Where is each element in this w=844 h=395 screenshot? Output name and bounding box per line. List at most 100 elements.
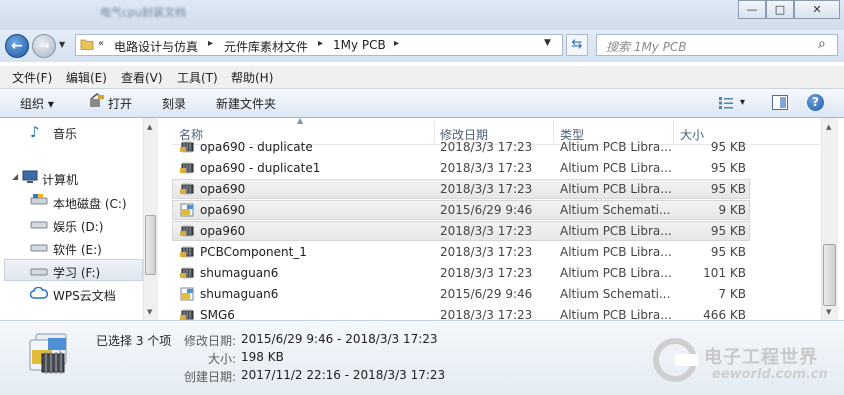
nav-drive-f[interactable]: 学习 (F:): [53, 264, 100, 281]
schematic-library-icon: [180, 203, 194, 217]
nav-scroll-up-icon[interactable]: ▲: [147, 123, 152, 131]
modified-date-value: 2015/6/29 9:46 - 2018/3/3 17:23: [241, 332, 438, 346]
breadcrumb-component-library[interactable]: 元件库素材文件: [224, 38, 308, 55]
list-scroll-thumb[interactable]: [823, 244, 836, 306]
nav-drive-d[interactable]: 娱乐 (D:): [53, 218, 103, 235]
address-history-dropdown[interactable]: ▼: [544, 38, 551, 48]
nav-drive-c[interactable]: 本地磁盘 (C:): [53, 195, 127, 212]
forward-arrow-icon: →: [38, 38, 50, 54]
recent-pages-dropdown[interactable]: ▼: [59, 40, 65, 49]
help-button[interactable]: ?: [807, 94, 824, 111]
menu-file[interactable]: 文件(F): [12, 69, 52, 86]
organize-button[interactable]: 组织 ▾: [20, 95, 54, 112]
pcb-library-icon: [180, 246, 194, 258]
file-modified-date: 2018/3/3 17:23: [440, 140, 533, 154]
drive-e-icon: [30, 242, 48, 256]
nav-music[interactable]: ♪: [30, 123, 40, 141]
file-modified-date: 2018/3/3 17:23: [440, 182, 533, 196]
menu-edit[interactable]: 编辑(E): [66, 69, 107, 86]
file-type: Altium PCB Libra...: [560, 245, 672, 259]
nav-wps-cloud[interactable]: WPS云文档: [53, 287, 116, 304]
help-icon: ?: [812, 95, 819, 109]
breadcrumb-separator[interactable]: ▸: [318, 38, 323, 49]
file-size: 95 KB: [710, 140, 746, 154]
nav-scroll-down-icon[interactable]: ▼: [147, 308, 152, 316]
maximize-button[interactable]: □: [766, 0, 794, 19]
local-disk-c-icon: [30, 193, 48, 210]
preview-pane-button[interactable]: [772, 95, 788, 110]
file-modified-date: 2018/3/3 17:23: [440, 161, 533, 175]
burn-button[interactable]: 刻录: [162, 95, 186, 112]
file-size: 7 KB: [718, 287, 746, 301]
pcb-library-icon: [180, 225, 194, 237]
open-with-icon: [90, 93, 104, 107]
close-icon: ✕: [812, 3, 822, 16]
computer-expand-icon[interactable]: ◢: [12, 172, 18, 181]
breadcrumb-circuit-design[interactable]: 电路设计与仿真: [114, 38, 198, 55]
menu-help[interactable]: 帮助(H): [231, 69, 273, 86]
nav-scroll-thumb[interactable]: [145, 215, 156, 275]
open-button[interactable]: 打开: [108, 95, 132, 112]
pcb-library-icon: [180, 141, 194, 153]
nav-computer[interactable]: 计算机: [42, 171, 78, 188]
file-size: 95 KB: [710, 245, 746, 259]
view-list-icon: [719, 97, 733, 109]
breadcrumb-separator[interactable]: ▸: [208, 38, 213, 49]
multi-file-thumbnail-icon: [22, 330, 78, 382]
nav-drive-e[interactable]: 软件 (E:): [53, 241, 102, 258]
nav-music-label[interactable]: 音乐: [53, 125, 77, 142]
menu-tools[interactable]: 工具(T): [177, 69, 218, 86]
close-button[interactable]: ✕: [794, 0, 840, 19]
file-type: Altium PCB Libra...: [560, 140, 672, 154]
file-modified-date: 2018/3/3 17:23: [440, 266, 533, 280]
back-arrow-icon: ←: [11, 38, 23, 54]
search-placeholder[interactable]: 搜索 1My PCB: [606, 38, 687, 55]
watermark-en: eeworld.com.cn: [712, 367, 828, 382]
file-type: Altium PCB Libra...: [560, 224, 672, 238]
selection-count: 已选择 3 个项: [96, 334, 172, 348]
size-value: 198 KB: [241, 350, 284, 364]
file-type: Altium Schemati...: [560, 287, 671, 301]
list-scroll-down-icon[interactable]: ▼: [826, 308, 831, 316]
preview-pane-icon: [780, 97, 786, 108]
modified-date-label: 修改日期:: [183, 334, 236, 348]
file-type: Altium Schemati...: [560, 203, 671, 217]
created-date-label: 创建日期:: [183, 370, 236, 384]
breadcrumb-my-pcb[interactable]: 1My PCB: [333, 38, 386, 52]
change-view-button[interactable]: [718, 96, 734, 113]
schematic-library-icon: [180, 287, 194, 301]
file-size: 95 KB: [710, 182, 746, 196]
file-type: Altium PCB Libra...: [560, 182, 672, 196]
file-name: opa690 - duplicate1: [200, 161, 321, 175]
file-name: shumaguan6: [200, 287, 279, 301]
folder-icon: [80, 39, 94, 50]
new-folder-button[interactable]: 新建文件夹: [216, 95, 276, 112]
refresh-button[interactable]: ⇆: [566, 34, 588, 56]
back-button[interactable]: ←: [5, 34, 29, 58]
search-icon[interactable]: ⌕: [818, 36, 826, 52]
created-date-value: 2017/11/2 22:16 - 2018/3/3 17:23: [241, 368, 446, 382]
file-name: PCBComponent_1: [200, 245, 307, 259]
file-name: opa690 - duplicate: [200, 140, 313, 154]
file-type: Altium PCB Libra...: [560, 161, 672, 175]
size-label: 大小:: [207, 352, 236, 366]
list-scroll-up-icon[interactable]: ▲: [826, 123, 831, 131]
eeworld-logo-icon: [653, 338, 698, 382]
pcb-library-icon: [180, 183, 194, 195]
file-size: 95 KB: [710, 161, 746, 175]
pcb-library-icon: [180, 162, 194, 174]
minimize-button[interactable]: —: [738, 0, 766, 19]
music-icon: ♪: [30, 123, 40, 141]
menu-view[interactable]: 查看(V): [121, 69, 163, 86]
refresh-icon: ⇆: [571, 37, 583, 52]
forward-button[interactable]: →: [32, 34, 56, 58]
eeworld-watermark: 电子工程世界 eeworld.com.cn: [652, 335, 842, 395]
file-size: 101 KB: [703, 266, 746, 280]
sort-ascending-icon: ▲: [297, 116, 304, 125]
file-modified-date: 2018/3/3 17:23: [440, 245, 533, 259]
open-button-group[interactable]: [88, 93, 108, 111]
view-options-dropdown[interactable]: ▾: [740, 97, 745, 108]
address-overflow[interactable]: «: [98, 38, 104, 49]
file-modified-date: 2015/6/29 9:46: [440, 203, 533, 217]
breadcrumb-separator[interactable]: ▸: [394, 38, 399, 49]
